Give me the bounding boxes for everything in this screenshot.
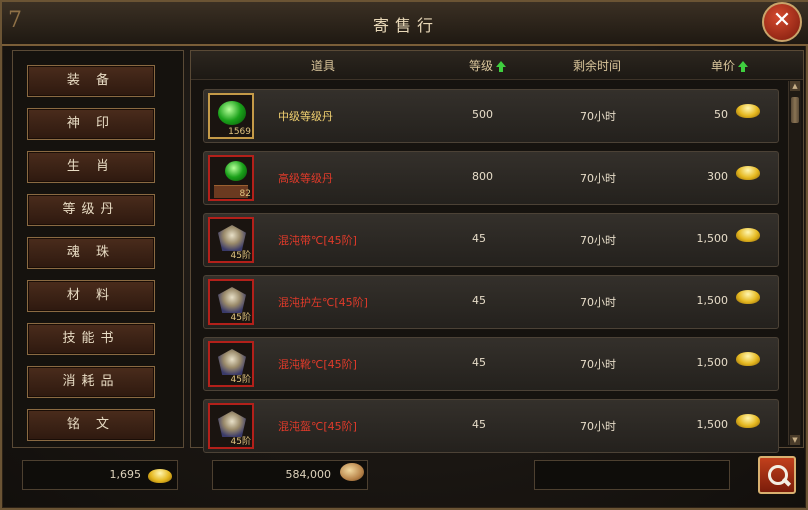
sort-up-arrow-icon bbox=[496, 60, 507, 72]
item-quantity: 82 bbox=[239, 189, 251, 199]
item-name: 混沌靴℃[45阶] bbox=[278, 358, 357, 371]
item-name: 混沌盔℃[45阶] bbox=[278, 420, 357, 433]
scroll-down-arrow-icon[interactable]: ▼ bbox=[790, 435, 800, 445]
gold-ingot-icon bbox=[736, 166, 760, 180]
copper-coins-icon bbox=[340, 463, 364, 481]
header-price[interactable]: 单价 bbox=[711, 57, 749, 74]
item-time-left: 70小时 bbox=[580, 110, 616, 123]
belt-armor-icon[interactable]: 45阶 bbox=[208, 217, 254, 263]
item-quantity: 45阶 bbox=[230, 437, 251, 447]
item-price: 300 bbox=[707, 170, 728, 183]
item-quantity: 45阶 bbox=[230, 251, 251, 261]
close-button[interactable]: ✕ bbox=[762, 2, 802, 42]
helmet-armor-icon[interactable]: 45阶 bbox=[208, 403, 254, 449]
table-row[interactable]: 45阶 混沌靴℃[45阶] 45 70小时 1,500 bbox=[203, 337, 779, 391]
table-row[interactable]: 45阶 混沌带℃[45阶] 45 70小时 1,500 bbox=[203, 213, 779, 267]
item-time-left: 70小时 bbox=[580, 420, 616, 433]
category-seal[interactable]: 神 印 bbox=[27, 108, 155, 140]
gold-balance-value: 1,695 bbox=[109, 468, 142, 481]
category-consumable[interactable]: 消耗品 bbox=[27, 366, 155, 398]
table-row[interactable]: 82 高级等级丹 800 70小时 300 bbox=[203, 151, 779, 205]
shoulder-armor-icon[interactable]: 45阶 bbox=[208, 279, 254, 325]
window-title: 寄售行 bbox=[372, 16, 439, 35]
category-soul-bead[interactable]: 魂 珠 bbox=[27, 237, 155, 269]
gold-ingot-icon bbox=[736, 290, 760, 304]
search-button[interactable] bbox=[758, 456, 796, 494]
scroll-thumb[interactable] bbox=[791, 97, 799, 123]
scrollbar[interactable]: ▲ ▼ bbox=[788, 81, 801, 445]
category-material[interactable]: 材 料 bbox=[27, 280, 155, 312]
item-time-left: 70小时 bbox=[580, 358, 616, 371]
item-quantity: 45阶 bbox=[230, 375, 251, 385]
item-name: 中级等级丹 bbox=[278, 110, 333, 123]
gold-ingot-icon bbox=[736, 104, 760, 118]
table-header: 道具 等级 剩余时间 单价 bbox=[191, 51, 803, 80]
header-level[interactable]: 等级 bbox=[469, 57, 507, 74]
table-row[interactable]: 45阶 混沌盔℃[45阶] 45 70小时 1,500 bbox=[203, 399, 779, 453]
gold-ingot-icon bbox=[736, 352, 760, 366]
scroll-up-arrow-icon[interactable]: ▲ bbox=[790, 81, 800, 91]
gold-ingot-icon bbox=[736, 228, 760, 242]
green-gem-icon[interactable]: 1569 bbox=[208, 93, 254, 139]
gold-ingot-icon bbox=[148, 469, 172, 483]
footer-bar: 1,695 584,000 bbox=[12, 454, 804, 502]
item-price: 1,500 bbox=[696, 356, 729, 369]
header-price-label: 单价 bbox=[711, 59, 736, 73]
category-sidebar: 装 备 神 印 生 肖 等级丹 魂 珠 材 料 技能书 消耗品 铭 文 bbox=[12, 50, 184, 448]
item-time-left: 70小时 bbox=[580, 234, 616, 247]
table-row[interactable]: 45阶 混沌护左℃[45阶] 45 70小时 1,500 bbox=[203, 275, 779, 329]
item-level: 45 bbox=[472, 418, 486, 431]
item-price: 1,500 bbox=[696, 232, 729, 245]
item-level: 45 bbox=[472, 232, 486, 245]
item-name: 高级等级丹 bbox=[278, 172, 333, 185]
listing-panel: 道具 等级 剩余时间 单价 1569 中级等级丹 500 70小时 50 82 高级等级丹 8… bbox=[190, 50, 804, 453]
consignment-window: 7 寄售行 ✕ 装 备 神 印 生 肖 等级丹 魂 珠 材 料 技能书 消耗品 … bbox=[0, 0, 808, 510]
coin-balance-value: 584,000 bbox=[285, 468, 332, 481]
category-inscription[interactable]: 铭 文 bbox=[27, 409, 155, 441]
item-quantity: 1569 bbox=[228, 127, 251, 137]
category-level-pill[interactable]: 等级丹 bbox=[27, 194, 155, 226]
header-level-label: 等级 bbox=[469, 59, 494, 73]
gold-ingot-icon bbox=[736, 414, 760, 428]
title-bar[interactable]: 7 寄售行 bbox=[2, 2, 808, 46]
category-skill-book[interactable]: 技能书 bbox=[27, 323, 155, 355]
item-time-left: 70小时 bbox=[580, 172, 616, 185]
header-item[interactable]: 道具 bbox=[311, 57, 335, 74]
green-gem-box-icon[interactable]: 82 bbox=[208, 155, 254, 201]
category-equipment[interactable]: 装 备 bbox=[27, 65, 155, 97]
item-name: 混沌护左℃[45阶] bbox=[278, 296, 368, 309]
item-price: 50 bbox=[714, 108, 728, 121]
item-quantity: 45阶 bbox=[230, 313, 251, 323]
item-level: 45 bbox=[472, 294, 486, 307]
search-input[interactable] bbox=[534, 460, 730, 490]
item-level: 800 bbox=[472, 170, 493, 183]
table-row[interactable]: 1569 中级等级丹 500 70小时 50 bbox=[203, 89, 779, 143]
item-level: 45 bbox=[472, 356, 486, 369]
item-level: 500 bbox=[472, 108, 493, 121]
item-name: 混沌带℃[45阶] bbox=[278, 234, 357, 247]
header-time[interactable]: 剩余时间 bbox=[573, 57, 621, 74]
category-zodiac[interactable]: 生 肖 bbox=[27, 151, 155, 183]
item-time-left: 70小时 bbox=[580, 296, 616, 309]
item-price: 1,500 bbox=[696, 418, 729, 431]
sort-up-arrow-icon bbox=[738, 60, 749, 72]
boots-armor-icon[interactable]: 45阶 bbox=[208, 341, 254, 387]
item-price: 1,500 bbox=[696, 294, 729, 307]
